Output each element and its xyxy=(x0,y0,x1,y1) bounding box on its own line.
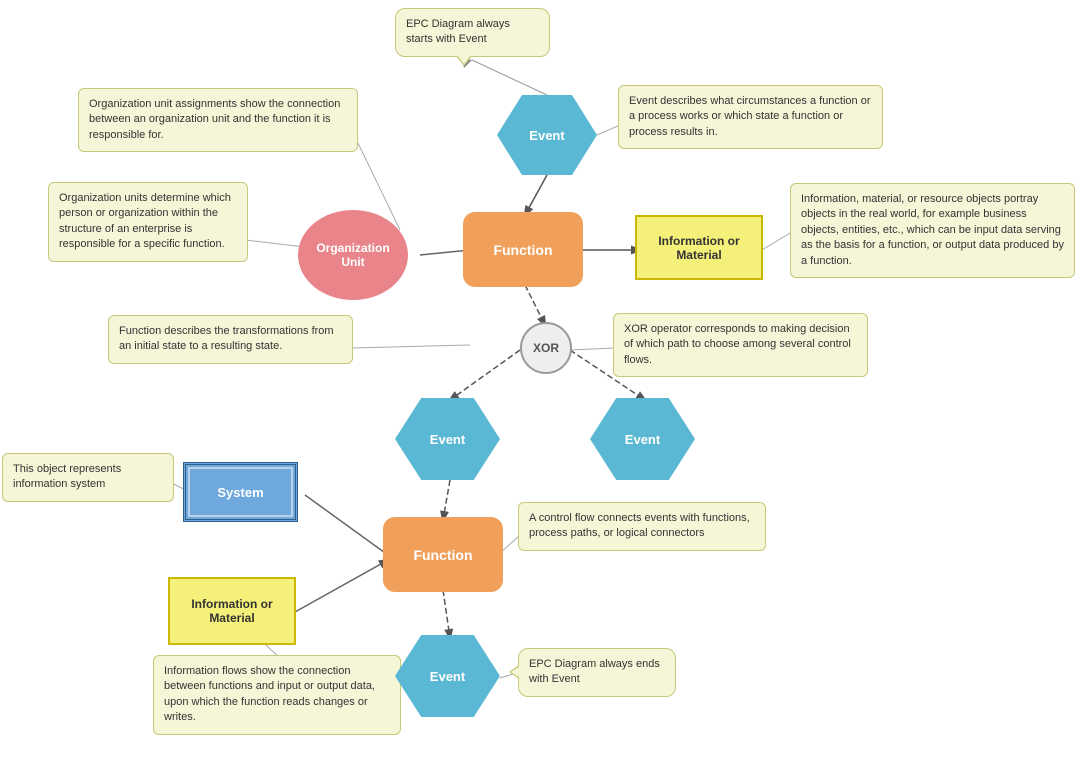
event-bottom-node: Event xyxy=(395,635,500,717)
system-node: System xyxy=(183,462,298,522)
event-top-node: Event xyxy=(497,95,597,175)
function-bottom-node: Function xyxy=(383,517,503,592)
annotation-org-unit-desc: Organization units determine which perso… xyxy=(48,182,248,262)
diagram-container: EPC Diagram always starts with Event Org… xyxy=(0,0,1087,761)
annotation-system-desc: This object represents information syste… xyxy=(2,453,174,502)
annotation-xor-desc: XOR operator corresponds to making decis… xyxy=(613,313,868,377)
info-material-top-node: Information or Material xyxy=(635,215,763,280)
xor-node: XOR xyxy=(520,322,572,374)
event-right-node: Event xyxy=(590,398,695,480)
info-material-bottom-node: Information or Material xyxy=(168,577,296,645)
annotation-info-material-desc: Information, material, or resource objec… xyxy=(790,183,1075,278)
annotation-org-unit-assignments: Organization unit assignments show the c… xyxy=(78,88,358,152)
annotation-event-desc: Event describes what circumstances a fun… xyxy=(618,85,883,149)
annotation-function-desc: Function describes the transformations f… xyxy=(108,315,353,364)
annotation-epc-start: EPC Diagram always starts with Event xyxy=(395,8,550,57)
annotation-control-flow-desc: A control flow connects events with func… xyxy=(518,502,766,551)
org-unit-node: Organization Unit xyxy=(298,210,408,300)
event-left-node: Event xyxy=(395,398,500,480)
function-main-node: Function xyxy=(463,212,583,287)
annotation-epc-end: EPC Diagram always ends with Event xyxy=(518,648,676,697)
annotation-info-flow-desc: Information flows show the connection be… xyxy=(153,655,401,735)
